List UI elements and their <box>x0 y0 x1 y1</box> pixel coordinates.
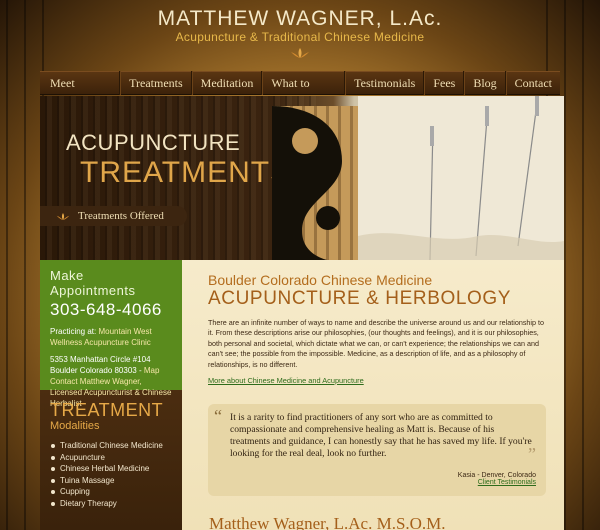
address-line1: 5353 Manhattan Circle #104 <box>50 355 151 364</box>
list-item[interactable]: Dietary Therapy <box>50 498 172 510</box>
treatments-offered-button[interactable]: Treatments Offered <box>40 206 187 226</box>
site-subtitle: Acupuncture & Traditional Chinese Medici… <box>175 30 425 44</box>
hero-banner: ACUPUNCTURE TREATMENTS Treatments Offere… <box>40 96 564 260</box>
nav-item-fees[interactable]: Fees <box>424 71 465 95</box>
sidebar: Make Appointments 303-648-4066 Practicin… <box>40 260 182 530</box>
list-item[interactable]: Chinese Herbal Medicine <box>50 463 172 475</box>
hero-title-line2: TREATMENTS <box>80 156 292 189</box>
appointments-title: Make Appointments <box>50 268 136 298</box>
main-content: Boulder Colorado Chinese Medicine ACUPUN… <box>182 260 564 530</box>
modalities-title: TREATMENT <box>50 400 164 420</box>
nav-item-blog[interactable]: Blog <box>464 71 506 95</box>
nav-item-contact[interactable]: Contact <box>505 71 560 95</box>
main-kicker: Boulder Colorado Chinese Medicine <box>208 272 433 288</box>
appointments-box: Make Appointments 303-648-4066 Practicin… <box>40 260 182 408</box>
site-header: MATTHEW WAGNER, L.Ac. Acupuncture & Trad… <box>0 0 600 66</box>
list-item[interactable]: Cupping <box>50 486 172 498</box>
practicing-at: Practicing at: Mountain West Wellness Ac… <box>50 326 172 348</box>
main-navigation: Meet Matthew Treatments Meditation What … <box>40 71 560 114</box>
main-heading: ACUPUNCTURE & HERBOLOGY <box>208 288 512 309</box>
nav-item-meet-matthew[interactable]: Meet Matthew <box>40 71 121 114</box>
practicing-prefix: Practicing at: <box>50 327 97 336</box>
nav-item-what-to-expect[interactable]: What to Expect <box>262 71 346 114</box>
modalities-box: TREATMENT Modalities Traditional Chinese… <box>40 390 182 530</box>
client-testimonials-link[interactable]: Client Testimonials <box>230 479 536 486</box>
site-title[interactable]: MATTHEW WAGNER, L.Ac. <box>0 7 600 31</box>
hero-title-line1: ACUPUNCTURE <box>66 130 241 155</box>
modalities-list: Traditional Chinese Medicine Acupuncture… <box>50 440 172 509</box>
quote-close-icon: ” <box>528 444 536 465</box>
list-item[interactable]: Tuina Massage <box>50 475 172 487</box>
testimonial-quote: “ ” It is a rarity to find practitioners… <box>208 404 546 497</box>
nav-item-testimonials[interactable]: Testimonials <box>345 71 425 95</box>
address-line2-wrap: Boulder Colorado 80303 - Map <box>50 366 160 375</box>
nav-item-meditation[interactable]: Meditation <box>191 71 263 95</box>
treatments-offered-label: Treatments Offered <box>78 210 164 222</box>
list-item[interactable]: Traditional Chinese Medicine <box>50 440 172 452</box>
phone-number[interactable]: 303-648-4066 <box>50 300 172 320</box>
acupuncture-needles-image <box>358 96 564 260</box>
lotus-icon <box>56 212 70 220</box>
lotus-icon <box>291 48 309 58</box>
map-link[interactable]: Map <box>144 366 160 375</box>
address-line2: Boulder Colorado 80303 <box>50 366 137 375</box>
main-body-text: There are an infinite number of ways to … <box>208 318 545 369</box>
nav-item-treatments[interactable]: Treatments <box>120 71 192 95</box>
bio-title: Matthew Wagner, L.Ac. M.S.O.M. <box>209 514 446 530</box>
modalities-subtitle: Modalities <box>50 420 100 432</box>
quote-author: Kasia - Denver, Colorado <box>457 472 536 480</box>
quote-open-icon: “ <box>214 406 222 427</box>
yin-yang-icon <box>272 106 362 260</box>
list-item[interactable]: Acupuncture <box>50 452 172 464</box>
quote-text: It is a rarity to find practitioners of … <box>230 412 532 460</box>
more-about-link[interactable]: More about Chinese Medicine and Acupunct… <box>208 376 364 385</box>
